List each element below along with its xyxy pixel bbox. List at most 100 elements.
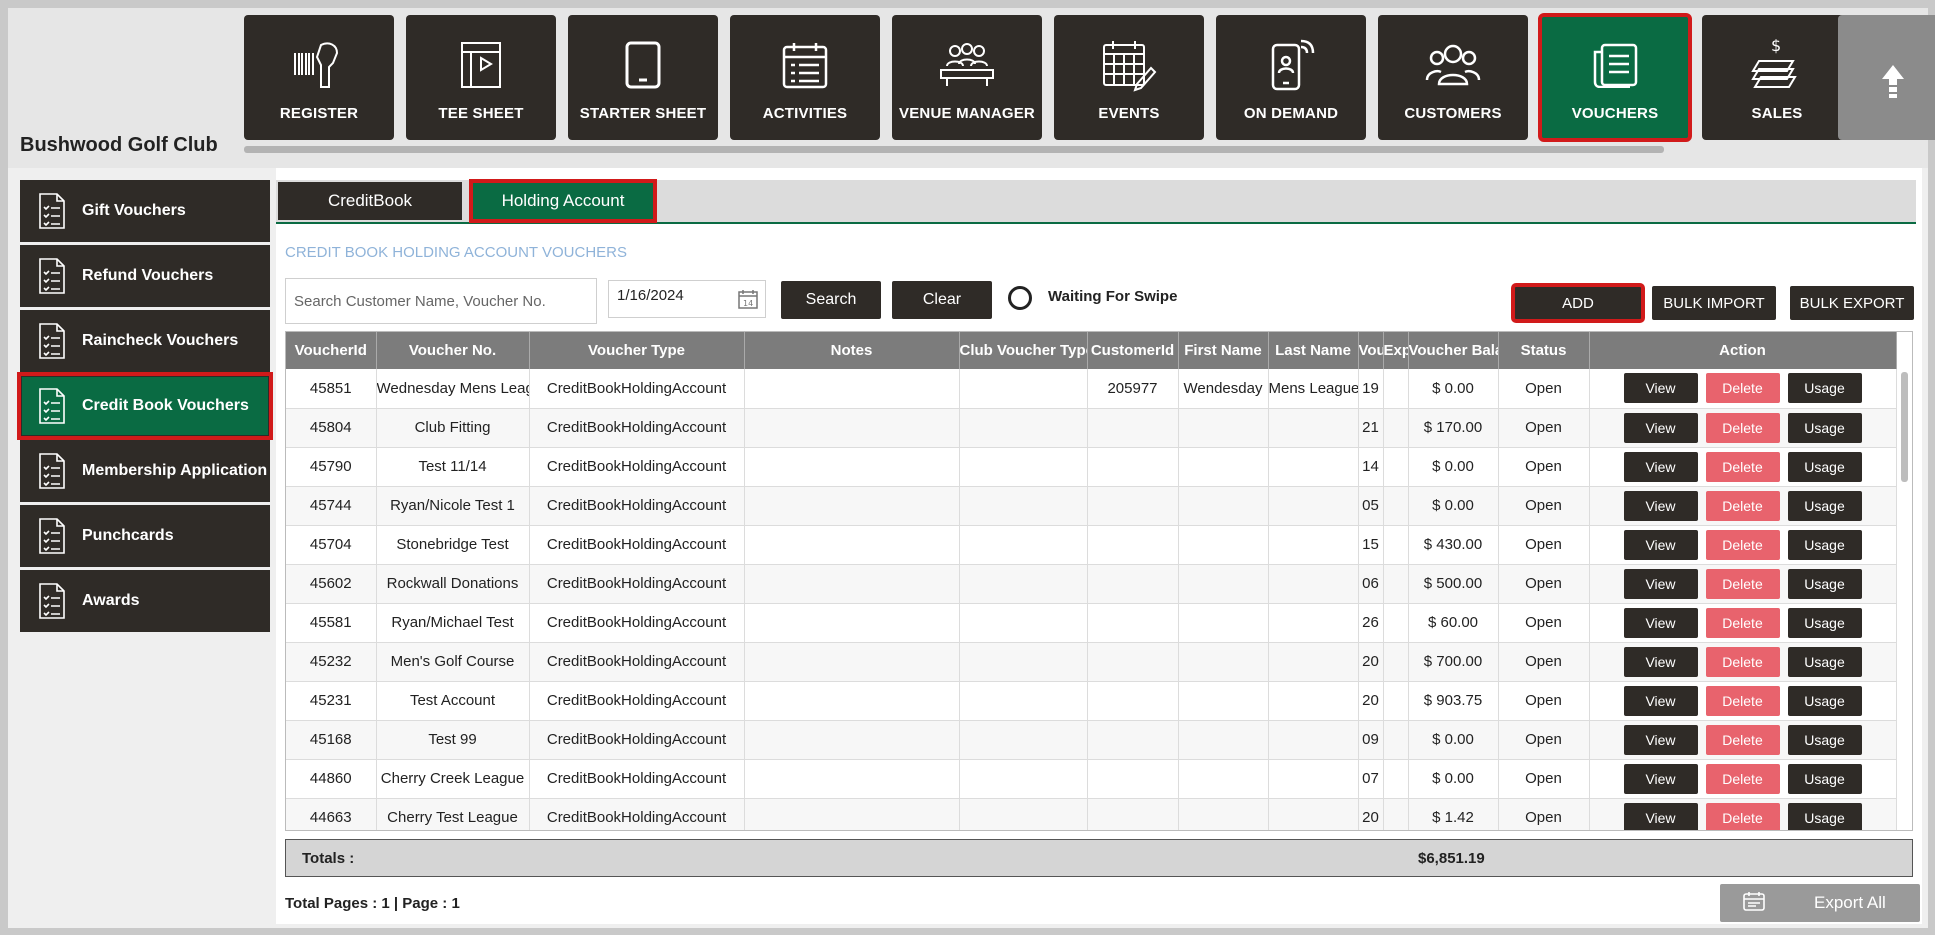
- delete-button[interactable]: Delete: [1705, 568, 1780, 599]
- usage-button[interactable]: Usage: [1787, 802, 1862, 830]
- view-button[interactable]: View: [1623, 802, 1698, 830]
- sidebar-item-gift-vouchers[interactable]: Gift Vouchers: [20, 180, 270, 242]
- view-button[interactable]: View: [1623, 607, 1698, 638]
- table-row[interactable]: 44663 Cherry Test League CreditBookHolding…: [286, 798, 1897, 830]
- calendar-icon[interactable]: 14: [737, 288, 759, 314]
- view-button[interactable]: View: [1623, 490, 1698, 521]
- bulk-export-button[interactable]: BULK EXPORT: [1790, 286, 1914, 320]
- clear-button[interactable]: Clear: [892, 281, 992, 319]
- usage-button[interactable]: Usage: [1787, 763, 1862, 794]
- nav-customers[interactable]: CUSTOMERS: [1378, 15, 1528, 140]
- nav-venue-manager[interactable]: VENUE MANAGER: [892, 15, 1042, 140]
- usage-button[interactable]: Usage: [1787, 490, 1862, 521]
- usage-button[interactable]: Usage: [1787, 568, 1862, 599]
- delete-button[interactable]: Delete: [1705, 763, 1780, 794]
- table-row[interactable]: 45168 Test 99 CreditBookHoldingAccount 09 $ …: [286, 720, 1897, 760]
- sidebar-item-refund-vouchers[interactable]: Refund Vouchers: [20, 245, 270, 307]
- table-row[interactable]: 45790 Test 11/14 CreditBookHoldingAccount 1…: [286, 447, 1897, 487]
- view-button[interactable]: View: [1623, 412, 1698, 443]
- add-button[interactable]: ADD: [1511, 283, 1645, 323]
- view-button[interactable]: View: [1623, 763, 1698, 794]
- col-voucher-no[interactable]: Voucher No.: [376, 332, 530, 369]
- nav-tee-sheet[interactable]: TEE SHEET: [406, 15, 556, 140]
- scroll-up-button[interactable]: [1838, 15, 1935, 140]
- nav-starter-sheet[interactable]: STARTER SHEET: [568, 15, 718, 140]
- nav-events[interactable]: EVENTS: [1054, 15, 1204, 140]
- totals-value: $6,851.19: [1418, 849, 1485, 867]
- nav-vouchers[interactable]: VOUCHERS: [1538, 13, 1692, 142]
- swipe-radio[interactable]: [1008, 286, 1032, 310]
- tab-holding-account[interactable]: Holding Account: [469, 179, 657, 223]
- col-first-name[interactable]: First Name: [1178, 332, 1269, 369]
- col-club-voucher-type[interactable]: Club Voucher Type: [959, 332, 1088, 369]
- col-voucher-type[interactable]: Voucher Type: [529, 332, 745, 369]
- delete-button[interactable]: Delete: [1705, 802, 1780, 830]
- delete-button[interactable]: Delete: [1705, 646, 1780, 677]
- table-row[interactable]: 45744 Ryan/Nicole Test 1 CreditBookHolding…: [286, 486, 1897, 526]
- delete-button[interactable]: Delete: [1705, 724, 1780, 755]
- usage-button[interactable]: Usage: [1787, 646, 1862, 677]
- usage-button[interactable]: Usage: [1787, 451, 1862, 482]
- section-title: CREDIT BOOK HOLDING ACCOUNT VOUCHERS: [285, 244, 627, 261]
- table-row[interactable]: 45581 Ryan/Michael Test CreditBookHoldingA…: [286, 603, 1897, 643]
- cell-customer-id: [1087, 408, 1179, 448]
- usage-button[interactable]: Usage: [1787, 373, 1862, 404]
- col-exp[interactable]: Exp: [1383, 332, 1409, 369]
- nav-register[interactable]: REGISTER: [244, 15, 394, 140]
- table-row[interactable]: 45602 Rockwall Donations CreditBookHolding…: [286, 564, 1897, 604]
- bulk-import-button[interactable]: BULK IMPORT: [1652, 286, 1776, 320]
- view-button[interactable]: View: [1623, 724, 1698, 755]
- tab-creditbook[interactable]: CreditBook: [278, 182, 462, 220]
- col-notes[interactable]: Notes: [744, 332, 960, 369]
- delete-button[interactable]: Delete: [1705, 490, 1780, 521]
- sidebar-item-punchcards[interactable]: Punchcards: [20, 505, 270, 567]
- sidebar-item-membership-application[interactable]: Membership Application: [20, 440, 270, 502]
- cell-exp: [1383, 720, 1409, 760]
- cell-id: 45602: [286, 564, 377, 604]
- sidebar-item-raincheck-vouchers[interactable]: Raincheck Vouchers: [20, 310, 270, 372]
- view-button[interactable]: View: [1623, 685, 1698, 716]
- table-row[interactable]: 45231 Test Account CreditBookHoldingAccoun…: [286, 681, 1897, 721]
- table-row[interactable]: 45804 Club Fitting CreditBookHoldingAccoun…: [286, 408, 1897, 448]
- col-voucherid[interactable]: VoucherId: [286, 332, 377, 369]
- usage-button[interactable]: Usage: [1787, 412, 1862, 443]
- cell-club-type: [959, 447, 1088, 487]
- col-status[interactable]: Status: [1498, 332, 1590, 369]
- view-button[interactable]: View: [1623, 568, 1698, 599]
- delete-button[interactable]: Delete: [1705, 529, 1780, 560]
- table-row[interactable]: 44860 Cherry Creek League CreditBookHoldin…: [286, 759, 1897, 799]
- table-row[interactable]: 45704 Stonebridge Test CreditBookHoldingAc…: [286, 525, 1897, 565]
- col-vou[interactable]: Vou: [1358, 332, 1384, 369]
- usage-button[interactable]: Usage: [1787, 724, 1862, 755]
- nav-on-demand[interactable]: ON DEMAND: [1216, 15, 1366, 140]
- delete-button[interactable]: Delete: [1705, 451, 1780, 482]
- col-last-name[interactable]: Last Name: [1268, 332, 1359, 369]
- delete-button[interactable]: Delete: [1705, 607, 1780, 638]
- usage-button[interactable]: Usage: [1787, 607, 1862, 638]
- table-row[interactable]: 45232 Men's Golf Course CreditBookHoldingA…: [286, 642, 1897, 682]
- search-button[interactable]: Search: [781, 281, 881, 319]
- sidebar-item-credit-book-vouchers[interactable]: Credit Book Vouchers: [17, 372, 273, 440]
- delete-button[interactable]: Delete: [1705, 373, 1780, 404]
- nav-sales[interactable]: $ SALES: [1702, 15, 1852, 140]
- cell-balance: $ 903.75: [1408, 681, 1499, 721]
- table-row[interactable]: 45851 Wednesday Mens Leag CreditBookHoldin…: [286, 369, 1897, 409]
- col-voucher-balance[interactable]: Voucher Balar: [1408, 332, 1499, 369]
- view-button[interactable]: View: [1623, 373, 1698, 404]
- cell-status: Open: [1498, 603, 1590, 643]
- delete-button[interactable]: Delete: [1705, 685, 1780, 716]
- usage-button[interactable]: Usage: [1787, 529, 1862, 560]
- search-input[interactable]: [285, 278, 597, 324]
- col-customerid[interactable]: CustomerId: [1087, 332, 1179, 369]
- nav-activities[interactable]: ACTIVITIES: [730, 15, 880, 140]
- view-button[interactable]: View: [1623, 646, 1698, 677]
- table-scrollbar[interactable]: [1901, 372, 1908, 482]
- delete-button[interactable]: Delete: [1705, 412, 1780, 443]
- date-field[interactable]: 1/16/2024 14: [608, 280, 766, 318]
- view-button[interactable]: View: [1623, 529, 1698, 560]
- usage-button[interactable]: Usage: [1787, 685, 1862, 716]
- view-button[interactable]: View: [1623, 451, 1698, 482]
- header-scrollbar[interactable]: [244, 146, 1664, 153]
- sidebar-item-awards[interactable]: Awards: [20, 570, 270, 632]
- export-all-button[interactable]: Export All: [1720, 884, 1920, 922]
